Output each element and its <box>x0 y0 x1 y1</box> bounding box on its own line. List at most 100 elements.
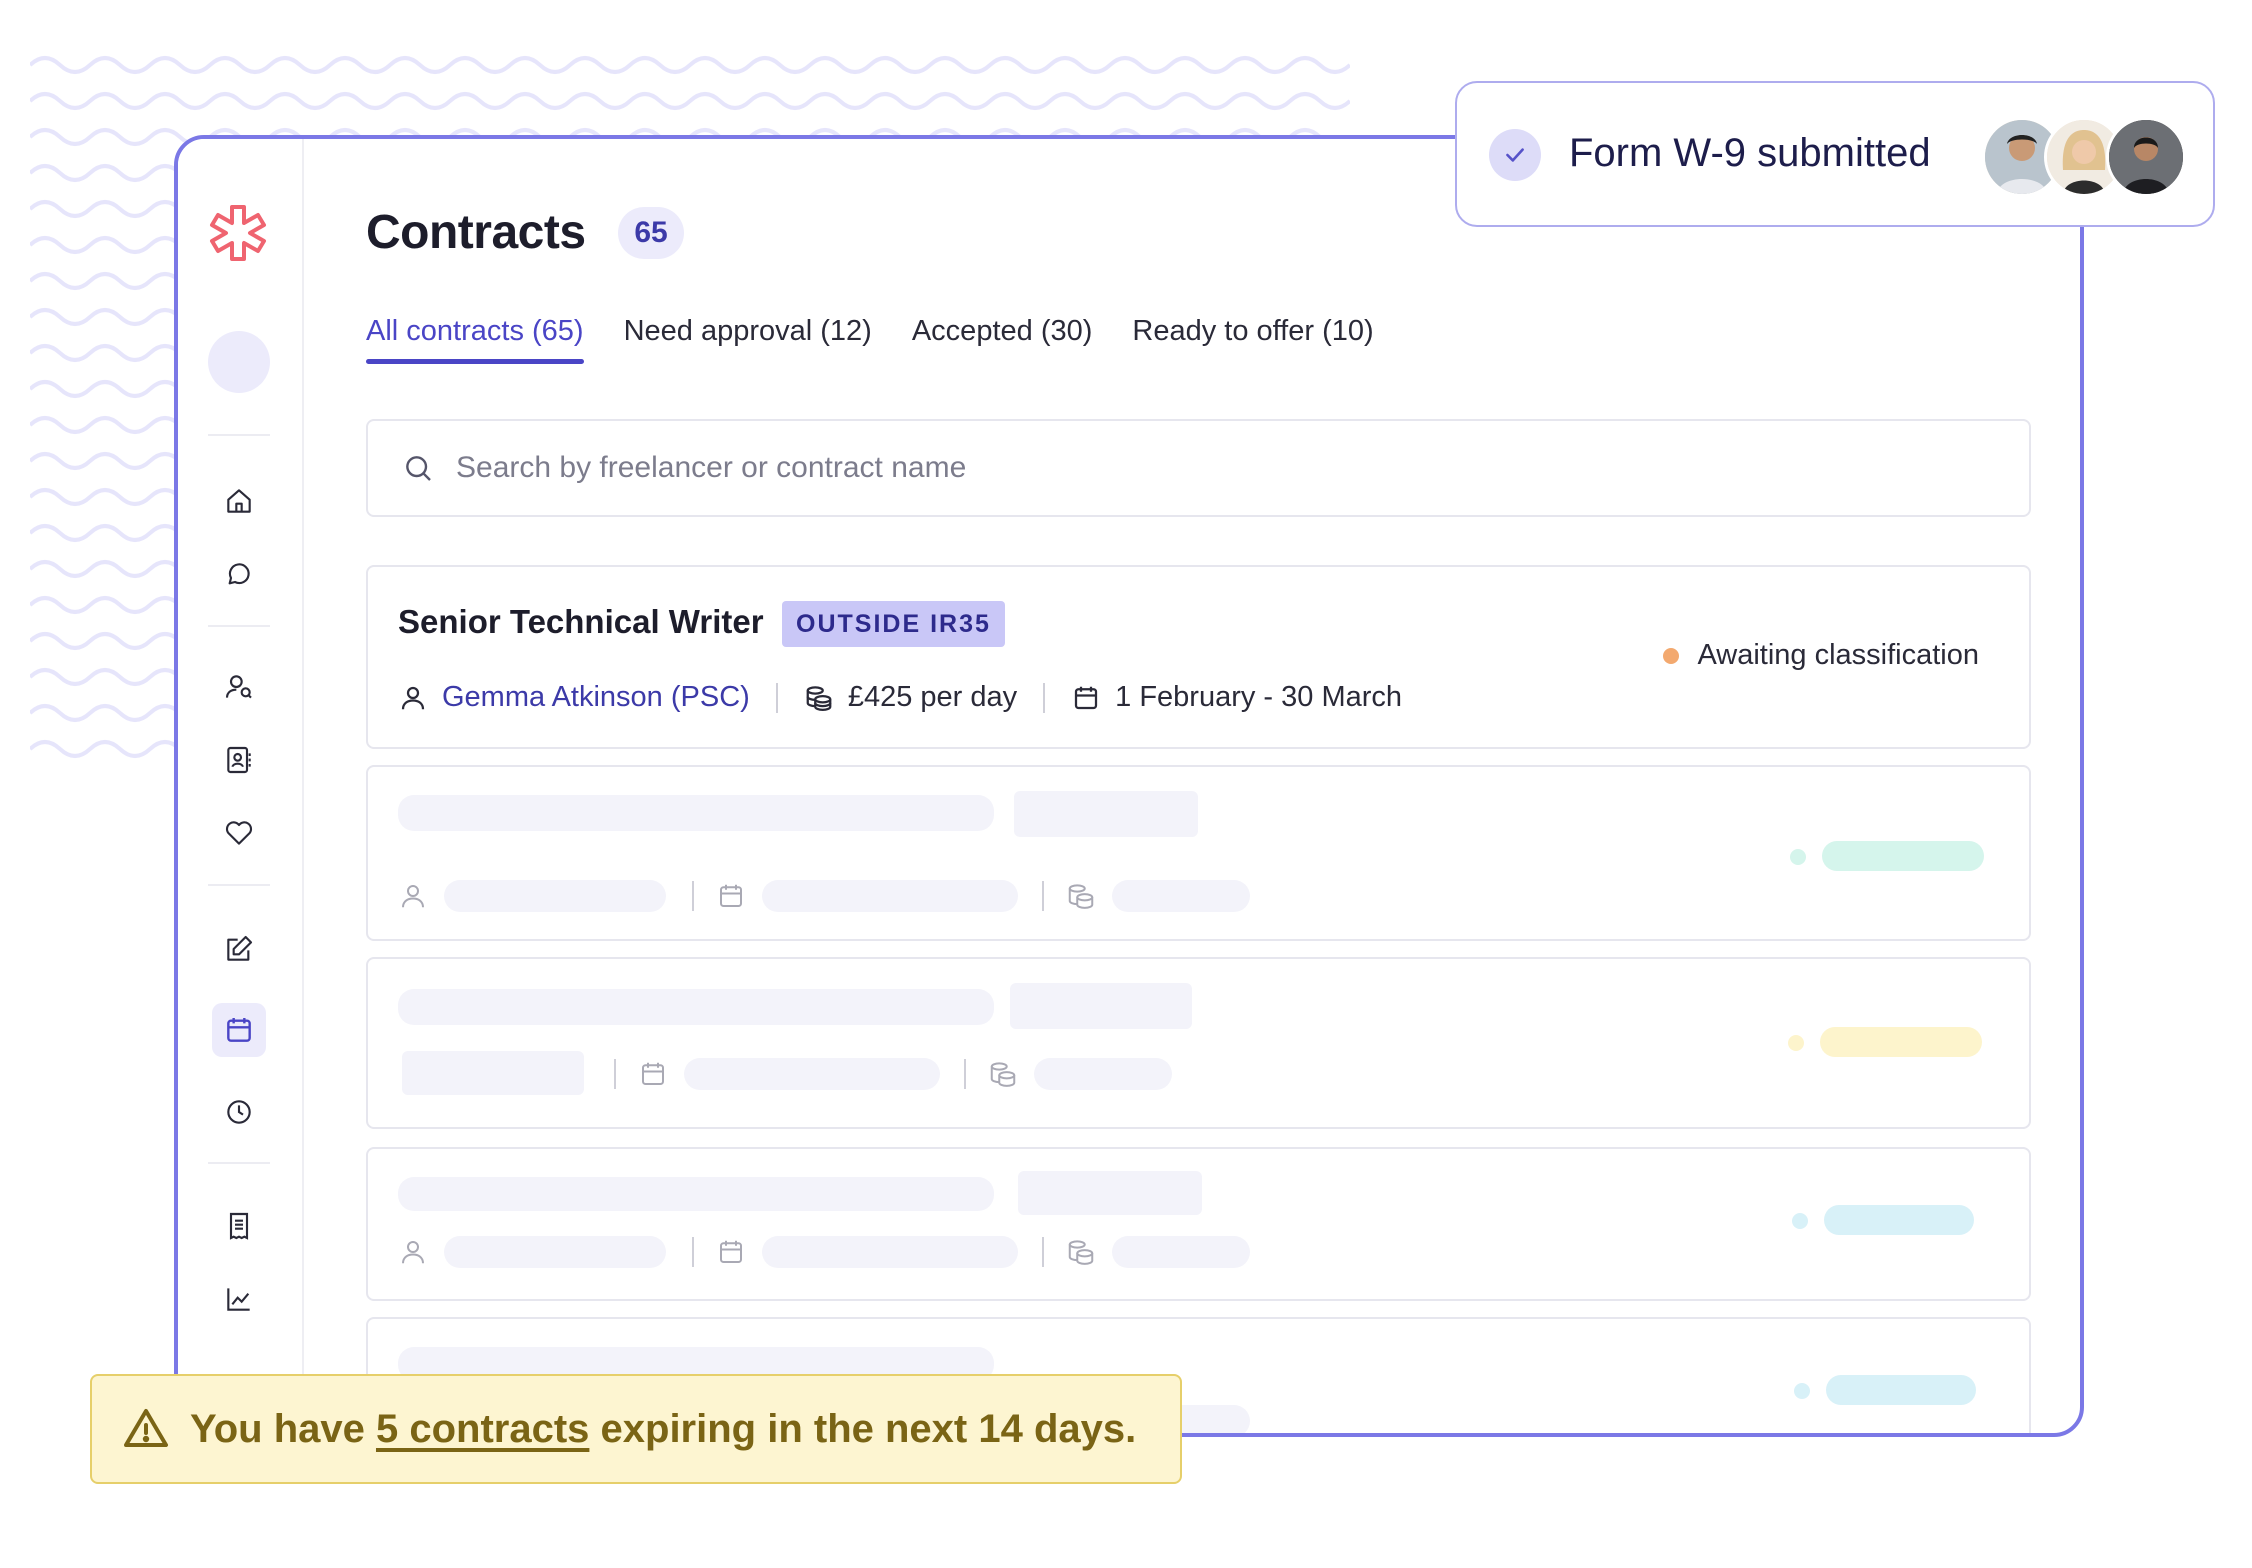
tab-ready-to-offer[interactable]: Ready to offer (10) <box>1132 315 1373 364</box>
status-dot <box>1663 647 1680 664</box>
nav-home[interactable] <box>212 474 266 528</box>
contract-title: Senior Technical Writer <box>398 603 764 640</box>
home-icon <box>227 489 251 513</box>
meta-separator <box>964 1059 966 1089</box>
find-talent-icon <box>225 675 252 699</box>
skeleton-status <box>1824 1205 1974 1235</box>
skeleton-line <box>402 1051 584 1095</box>
nav-find-talent[interactable] <box>212 660 266 714</box>
contract-meta: Gemma Atkinson (PSC) £425 per day 1 Febr… <box>398 681 1402 714</box>
meta-separator <box>692 881 694 911</box>
ir35-badge: OUTSIDE IR35 <box>782 601 1005 647</box>
calendar-icon <box>720 1240 742 1263</box>
warning-suffix: expiring in the next 14 days. <box>589 1406 1137 1451</box>
meta-separator <box>692 1237 694 1267</box>
expiring-contracts-warning: You have 5 contracts expiring in the nex… <box>90 1374 1182 1484</box>
calendar-icon <box>720 884 742 907</box>
main-content: Contracts 65 All contracts (65) Need app… <box>302 139 2080 1433</box>
person-icon <box>402 885 424 908</box>
expiring-contracts-link[interactable]: 5 contracts <box>376 1407 589 1451</box>
skeleton-line <box>1112 1236 1250 1268</box>
status-dot <box>1792 1213 1808 1229</box>
status-dot <box>1788 1035 1804 1051</box>
coins-icon <box>1068 1240 1094 1265</box>
nav-timesheets[interactable] <box>212 1085 266 1139</box>
contacts-icon <box>227 746 251 774</box>
warning-icon <box>124 1409 168 1447</box>
sidebar-divider <box>208 1162 270 1164</box>
person-icon <box>401 686 425 709</box>
skeleton-line <box>1018 1171 1202 1215</box>
page-title: Contracts <box>366 206 586 259</box>
skeleton-line <box>444 880 666 912</box>
status-label: Awaiting classification <box>1697 639 1979 671</box>
edit-icon <box>227 935 253 961</box>
skeleton-line <box>444 1236 666 1268</box>
logo-icon <box>210 205 266 261</box>
skeleton-line <box>1112 880 1250 912</box>
freelancer-link[interactable]: Gemma Atkinson (PSC) <box>442 681 750 714</box>
notification-toast[interactable]: Form W-9 submitted <box>1455 81 2215 227</box>
search-input[interactable] <box>454 450 2029 486</box>
sidebar <box>178 139 304 1433</box>
sidebar-divider <box>208 625 270 627</box>
nav-messages[interactable] <box>212 547 266 601</box>
skeleton-line <box>762 880 1018 912</box>
status-dot <box>1794 1383 1810 1399</box>
skeleton-line <box>762 1236 1018 1268</box>
meta-separator <box>1042 1237 1044 1267</box>
contract-status: Awaiting classification <box>1663 639 1979 672</box>
skeleton-status <box>1820 1027 1982 1057</box>
skeleton-status <box>1826 1375 1976 1405</box>
skeleton-line <box>398 795 994 831</box>
meta-separator <box>614 1059 616 1089</box>
check-icon <box>1489 129 1541 181</box>
warning-message: You have 5 contracts expiring in the nex… <box>190 1407 1136 1452</box>
heart-icon <box>225 821 253 845</box>
nav-contacts[interactable] <box>212 733 266 787</box>
avatar-group <box>1982 117 2192 197</box>
notification-text: Form W-9 submitted <box>1569 131 1931 175</box>
skeleton-card <box>366 957 2031 1129</box>
chat-icon <box>228 563 250 585</box>
nav-invoices[interactable] <box>212 1199 266 1253</box>
contracts-count-badge: 65 <box>618 207 684 259</box>
app-window: Contracts 65 All contracts (65) Need app… <box>174 135 2084 1437</box>
meta-separator <box>1042 881 1044 911</box>
clock-icon <box>227 1100 251 1124</box>
nav-calendar[interactable] <box>212 1003 266 1057</box>
sidebar-divider <box>208 884 270 886</box>
coins-icon <box>990 1062 1016 1087</box>
search-bar <box>366 419 2031 517</box>
calendar-icon <box>1075 686 1098 709</box>
tab-accepted[interactable]: Accepted (30) <box>912 315 1093 364</box>
skeleton-status <box>1822 841 1984 871</box>
meta-separator <box>775 682 778 713</box>
skeleton-line <box>684 1058 940 1090</box>
contract-dates: 1 February - 30 March <box>1115 681 1403 713</box>
tab-bar: All contracts (65) Need approval (12) Ac… <box>366 315 1374 364</box>
receipt-icon <box>229 1212 249 1240</box>
skeleton-card <box>366 1147 2031 1301</box>
chart-icon <box>227 1288 250 1311</box>
nav-edit[interactable] <box>212 922 266 976</box>
coins-icon <box>806 685 832 711</box>
calendar-icon <box>227 1018 251 1042</box>
contract-rate: £425 per day <box>847 681 1018 713</box>
tab-need-approval[interactable]: Need approval (12) <box>624 315 872 364</box>
user-avatar[interactable] <box>208 331 270 393</box>
sidebar-divider <box>208 434 270 436</box>
coins-icon <box>1068 884 1094 909</box>
meta-separator <box>1043 682 1046 713</box>
search-icon <box>406 456 431 481</box>
skeleton-line <box>398 1177 994 1211</box>
nav-reports[interactable] <box>212 1272 266 1326</box>
contract-card[interactable]: Senior Technical Writer OUTSIDE IR35 Gem… <box>366 565 2031 749</box>
person-icon <box>402 1241 424 1264</box>
nav-favourites[interactable] <box>212 806 266 860</box>
tab-all-contracts[interactable]: All contracts (65) <box>366 315 584 364</box>
skeleton-line <box>398 989 994 1025</box>
skeleton-line <box>1034 1058 1172 1090</box>
status-dot <box>1790 849 1806 865</box>
calendar-icon <box>642 1062 664 1085</box>
